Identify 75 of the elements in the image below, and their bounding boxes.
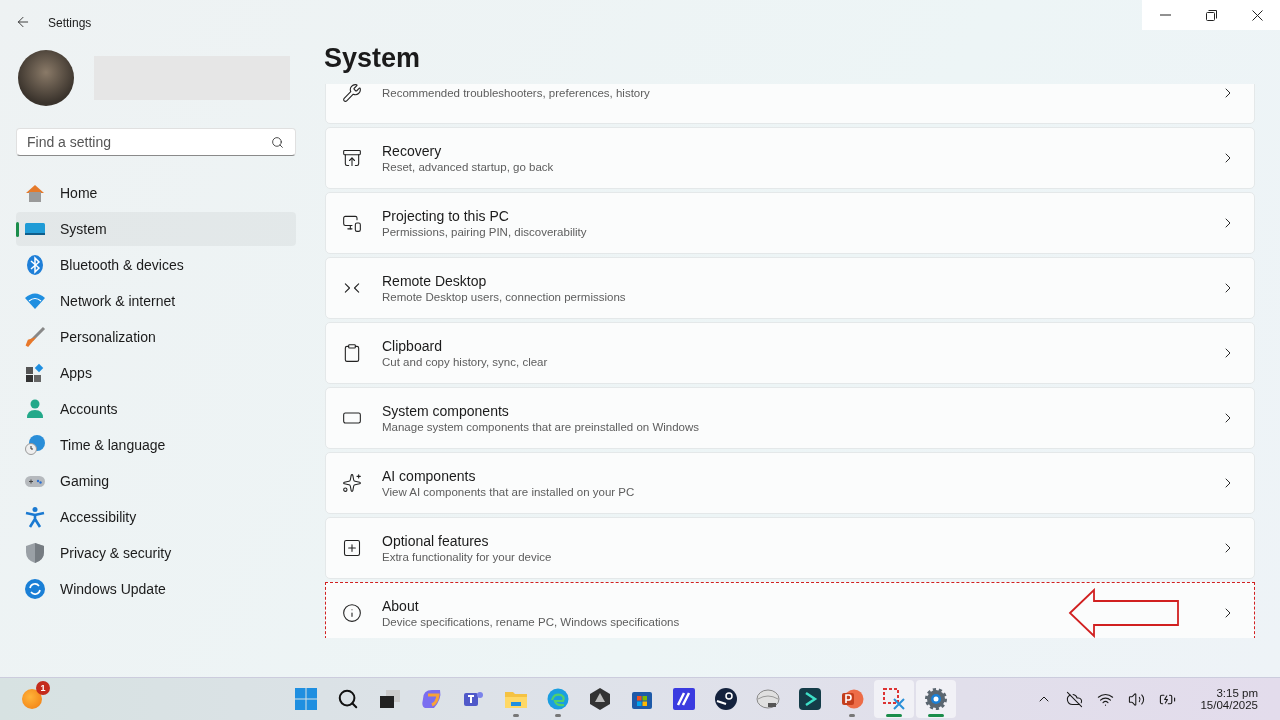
clock-time: 3:15 pm [1216,687,1258,699]
sidebar-item[interactable]: Personalization [16,320,296,354]
card-subtitle: Extra functionality for your device [382,551,553,563]
card-subtitle: Manage system components that are preinstalled on Windows [382,421,701,433]
search-field[interactable]: Find a setting [16,128,296,156]
settings-card[interactable]: System components Manage system components that are preinstalled on Windows [325,387,1255,449]
windows-stack-icon [378,687,402,711]
card-title: Projecting to this PC [382,208,510,224]
settings-card[interactable]: Projecting to this PC Permissions, pairing PIN, discoverability [325,192,1255,254]
settings-card[interactable]: Optional features Extra functionality for your device [325,517,1255,579]
card-subtitle: View AI components that are installed on your PC [382,486,636,498]
card-title: Optional features [382,533,490,549]
card-title: Recovery [382,143,443,159]
widget-button[interactable] [22,689,42,709]
card-title: Clipboard [382,338,443,354]
shield-icon [24,542,46,564]
disc-drive-icon [756,687,780,711]
card-subtitle: Permissions, pairing PIN, discoverability [382,226,588,238]
person-icon [24,398,46,420]
sidebar-item[interactable]: Network & internet [16,284,296,318]
sidebar-item[interactable]: Time & language [16,428,296,462]
sidebar-item[interactable]: System [16,212,296,246]
card-title: Remote Desktop [382,273,488,289]
update-icon [24,578,46,600]
wrench-icon [342,84,362,103]
grid-plus-icon [342,538,362,558]
card-title: System components [382,403,510,419]
stripes-logo-icon [672,687,696,711]
settings-card[interactable]: Recommended troubleshooters, preferences, history [325,84,1255,124]
card-subtitle: Remote Desktop users, connection permissions [382,291,627,303]
windows-logo-icon [294,687,318,711]
notification-badge: 1 [36,681,50,695]
card-subtitle: Reset, advanced startup, go back [382,161,555,173]
close-icon [1251,9,1263,21]
brush-icon [24,326,46,348]
sparkles-icon [342,473,362,493]
cube-icon [588,687,612,711]
sidebar-item[interactable]: Accessibility [16,500,296,534]
search-icon [337,688,359,710]
sidebar-item[interactable]: Bluetooth & devices [16,248,296,282]
globe-clock-icon [24,434,46,456]
sidebar-item[interactable]: Home [16,176,296,210]
info-icon [342,603,362,623]
volume-icon[interactable] [1128,690,1146,708]
sidebar-item[interactable]: Gaming [16,464,296,498]
settings-card[interactable]: Clipboard Cut and copy history, sync, clear [325,322,1255,384]
sidebar-item[interactable]: Accounts [16,392,296,426]
card-subtitle: Cut and copy history, sync, clear [382,356,549,368]
house-icon [24,182,46,204]
screens-icon [342,213,362,233]
settings-card[interactable]: Remote Desktop Remote Desktop users, connection permissions [325,257,1255,319]
avatar-circle [18,50,74,106]
minimize-icon [1159,14,1171,16]
sidebar-item[interactable]: Windows Update [16,572,296,606]
card-subtitle: Recommended troubleshooters, preferences, history [382,87,651,99]
card-title: AI components [382,468,477,484]
page-title: System [324,42,422,75]
settings-card[interactable]: About Device specifications, rename PC, Windows specifications [325,582,1255,638]
video-editor-icon [798,687,822,711]
clipboard-icon [342,343,362,363]
sidebar-item[interactable]: Apps [16,356,296,390]
search-icon [271,136,284,149]
apps-icon [24,362,46,384]
settings-card[interactable]: AI components View AI components that are installed on your PC [325,452,1255,514]
sidebar-item[interactable]: Privacy & security [16,536,296,570]
selection-indicator [16,222,19,237]
gear-icon [924,687,948,711]
bluetooth-icon [24,254,46,276]
card-title: About [382,598,420,614]
clock-date: 15/04/2025 [1200,699,1258,711]
card-subtitle: Device specifications, rename PC, Windows specifications [382,616,681,628]
settings-card[interactable]: Recovery Reset, advanced startup, go back [325,127,1255,189]
accessibility-icon [24,506,46,528]
window-title: Settings [48,16,92,30]
cloud-off-icon[interactable] [1066,690,1084,708]
